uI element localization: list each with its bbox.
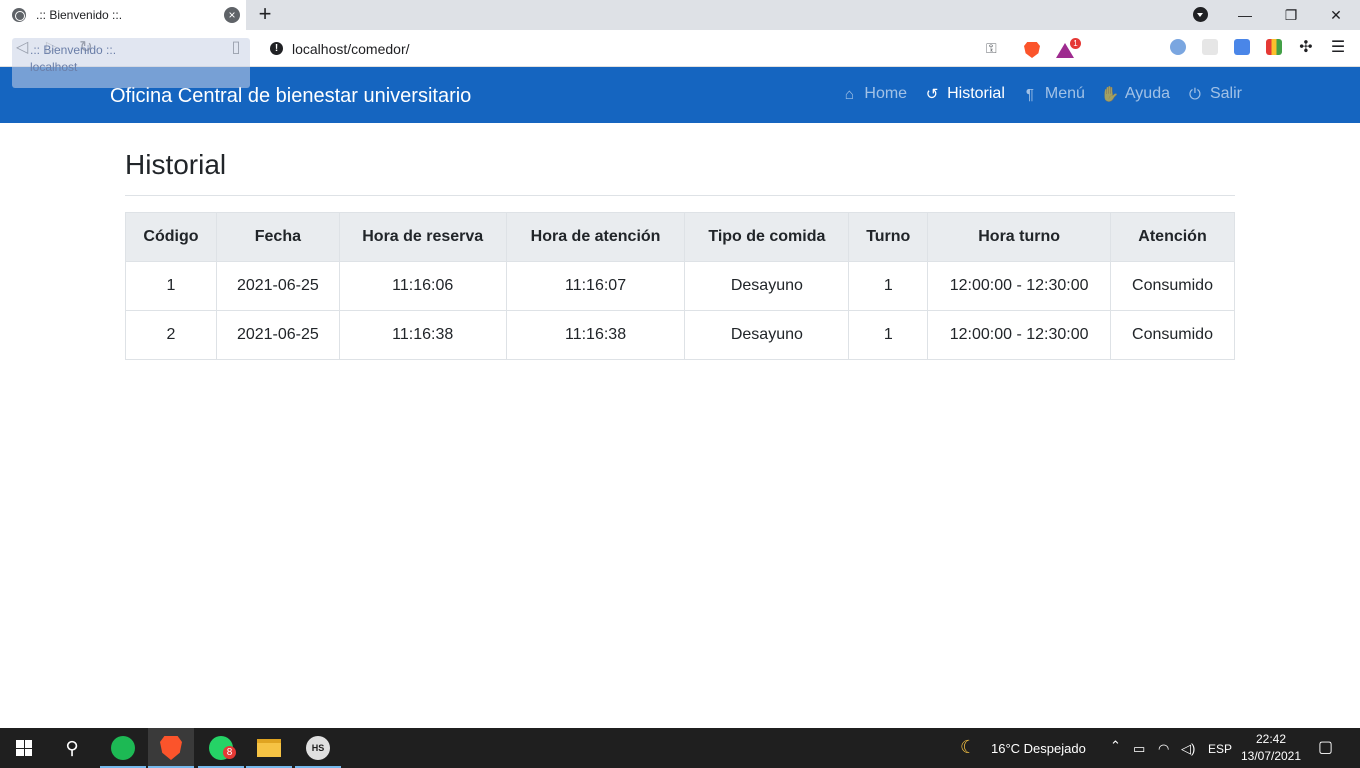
table-cell: 12:00:00 - 12:30:00 [927,261,1112,311]
browser-tabstrip: .:: Bienvenido ::. × + — ❐ ✕ [0,0,1360,30]
nav-item-menu[interactable]: ¶ Menú [1021,85,1085,103]
table-cell: 11:16:38 [338,310,507,360]
clock-time: 22:42 [1255,732,1287,746]
table-cell: 11:16:07 [505,261,686,311]
nav-links: ⌂ Home ↺ Historial ¶ Menú ✋ Ayuda ⏻ Sali… [840,85,1242,103]
nav-item-label: Ayuda [1124,85,1170,102]
tab-hover-tooltip: .:: Bienvenido ::. localhost [12,38,250,88]
column-header: Hora turno [927,212,1112,262]
nav-item-label: Salir [1209,85,1242,102]
extension-color-icon[interactable] [1266,39,1282,55]
table-cell: 2 [125,310,217,360]
minimize-button[interactable]: — [1233,4,1257,26]
battery-icon[interactable]: ▭ [1133,741,1145,757]
nav-item-salir[interactable]: ⏻ Salir [1186,85,1242,103]
main-content: Historial Código Fecha Hora de reserva H… [125,123,1235,360]
whatsapp-badge: 8 [223,746,236,759]
notification-badge: 1 [1070,38,1081,49]
windows-taskbar: ⚲ 8 HS ☾ 16°C Despejado ⌃ ▭ ◠ ◁) ESP 22:… [0,728,1360,768]
volume-icon[interactable]: ◁) [1181,741,1195,757]
history-table: Código Fecha Hora de reserva Hora de ate… [125,212,1235,360]
table-cell: Consumido [1110,310,1235,360]
column-header: Hora de atención [505,212,686,262]
tab-title: .:: Bienvenido ::. [36,8,123,22]
browser-tab[interactable]: .:: Bienvenido ::. × [0,0,246,30]
key-icon[interactable]: ⚿ [986,40,997,57]
window-close-button[interactable]: ✕ [1324,4,1348,26]
wifi-icon[interactable]: ◠ [1158,741,1169,757]
brand-title[interactable]: Oficina Central de bienestar universitar… [110,85,471,108]
brave-taskbar-icon[interactable] [148,728,194,768]
hs-app-icon[interactable]: HS [295,728,341,768]
table-cell: 2021-06-25 [215,310,340,360]
start-button[interactable] [0,728,48,768]
whatsapp-icon[interactable]: 8 [198,728,244,768]
table-cell: Desayuno [684,261,850,311]
power-icon: ⏻ [1189,85,1201,103]
column-header: Hora de reserva [338,212,507,262]
column-header: Fecha [215,212,340,262]
page-title: Historial [125,149,1235,196]
url-text[interactable]: localhost/comedor/ [292,41,410,57]
home-icon: ⌂ [844,85,854,103]
nav-item-label: Home [864,85,908,102]
history-icon: ↺ [925,86,939,103]
table-row: 2 2021-06-25 11:16:38 11:16:38 Desayuno … [125,310,1235,360]
clock-date: 13/07/2021 [1240,749,1302,763]
puzzle-icon[interactable]: ✣ [1296,38,1316,58]
table-cell: 12:00:00 - 12:30:00 [927,310,1112,360]
table-cell: 11:16:38 [505,310,686,360]
tab-close-icon[interactable]: × [224,7,240,23]
windows-logo-icon [16,740,32,756]
spotify-icon[interactable] [100,728,146,768]
table-row: 1 2021-06-25 11:16:06 11:16:07 Desayuno … [125,261,1235,311]
nav-item-label: Historial [947,85,1005,102]
table-header-row: Código Fecha Hora de reserva Hora de ate… [125,212,1235,262]
nav-item-label: Menú [1044,85,1085,102]
table-cell: 11:16:06 [338,261,507,311]
translate-icon[interactable] [1234,39,1250,55]
column-header: Código [125,212,217,262]
table-cell: 1 [848,261,929,311]
column-header: Turno [848,212,929,262]
extension-grid-icon[interactable] [1202,39,1218,55]
table-cell: 2021-06-25 [215,261,340,311]
chevron-up-icon[interactable]: ⌃ [1110,738,1121,754]
new-tab-button[interactable]: + [254,3,276,25]
column-header: Atención [1110,212,1235,262]
search-icon[interactable]: ⚲ [48,728,96,768]
language-indicator[interactable]: ESP [1208,742,1232,756]
utensils-icon: ¶ [1025,85,1034,103]
menu-icon[interactable]: ☰ [1328,38,1348,58]
nav-item-historial[interactable]: ↺ Historial [923,85,1005,103]
tab-search-icon[interactable] [1193,7,1208,22]
table-cell: 1 [848,310,929,360]
file-explorer-icon[interactable] [246,728,292,768]
moon-icon: ☾ [960,737,977,757]
table-cell: Consumido [1110,261,1235,311]
nav-item-home[interactable]: ⌂ Home [840,85,907,103]
weather-text[interactable]: 16°C Despejado [991,741,1086,756]
table-cell: Desayuno [684,310,850,360]
handshake-icon: ✋ [1100,86,1120,103]
table-cell: 1 [125,261,217,311]
restore-button[interactable]: ❐ [1279,4,1303,26]
clock[interactable]: 22:42 13/07/2021 [1236,731,1306,765]
nav-item-ayuda[interactable]: ✋ Ayuda [1101,85,1170,103]
extension-compass-icon[interactable] [1170,39,1186,55]
site-info-icon[interactable]: ! [270,42,283,55]
notification-icon[interactable]: ▢ [1318,737,1333,757]
column-header: Tipo de comida [684,212,850,262]
globe-icon [12,8,26,22]
